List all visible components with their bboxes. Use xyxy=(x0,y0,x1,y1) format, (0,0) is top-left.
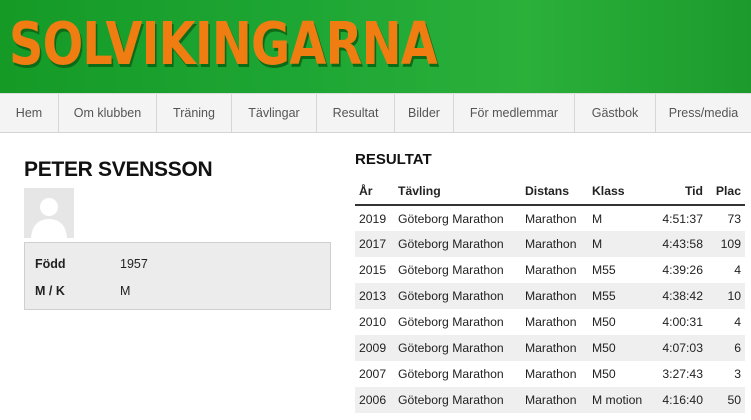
cell-competition[interactable]: Göteborg Marathon xyxy=(394,205,521,231)
cell-distance: Marathon xyxy=(521,283,588,309)
cell-competition[interactable]: Göteborg Marathon xyxy=(394,335,521,361)
cell-distance: Marathon xyxy=(521,335,588,361)
profile-name: PETER SVENSSON xyxy=(24,158,213,181)
cell-class: M55 xyxy=(588,283,651,309)
gender-value: M xyxy=(120,284,131,298)
col-header-place: Plac xyxy=(707,177,745,206)
cell-year: 2010 xyxy=(359,315,387,329)
cell-distance: Marathon xyxy=(521,231,588,257)
cell-competition[interactable]: Göteborg Marathon xyxy=(394,257,521,283)
col-header-distance: Distans xyxy=(521,177,588,206)
cell-place: 10 xyxy=(707,283,745,309)
cell-year: 2015 xyxy=(359,263,387,277)
nav-item-bilder[interactable]: Bilder xyxy=(395,94,454,132)
cell-distance: Marathon xyxy=(525,367,577,381)
cell-place: 3 xyxy=(734,367,741,381)
nav-item-resultat[interactable]: Resultat xyxy=(317,94,395,132)
cell-year: 2009 xyxy=(355,335,394,361)
main-nav: Hem Om klubben Träning Tävlingar Resulta… xyxy=(0,93,751,133)
table-row: 2006 Göteborg Marathon Marathon M motion… xyxy=(355,387,745,413)
cell-place: 4 xyxy=(734,315,741,329)
born-label: Född xyxy=(35,257,66,271)
cell-time: 4:00:31 xyxy=(662,315,703,329)
col-header-year: År xyxy=(355,177,394,206)
cell-year: 2007 xyxy=(359,367,387,381)
table-row: 2009 Göteborg Marathon Marathon M50 4:07… xyxy=(355,335,745,361)
cell-place: 109 xyxy=(707,231,745,257)
nav-item-press-media[interactable]: Press/media xyxy=(656,94,751,132)
cell-year: 2017 xyxy=(355,231,394,257)
cell-distance: Marathon xyxy=(521,387,588,413)
cell-class: M xyxy=(588,231,651,257)
col-header-time: Tid xyxy=(651,177,707,206)
born-value: 1957 xyxy=(120,257,148,271)
cell-class: M50 xyxy=(592,315,616,329)
cell-year: 2006 xyxy=(355,387,394,413)
table-row: 2019 Göteborg Marathon Marathon M 4:51:3… xyxy=(355,205,745,231)
cell-time: 4:39:26 xyxy=(662,263,703,277)
results-title: RESULTAT xyxy=(355,151,432,168)
results-header-row: År Tävling Distans Klass Tid Plac xyxy=(355,177,745,206)
nav-item-traning[interactable]: Träning xyxy=(157,94,232,132)
cell-place: 4 xyxy=(734,263,741,277)
gender-label: M / K xyxy=(35,284,65,298)
person-silhouette-icon xyxy=(24,188,74,238)
cell-distance: Marathon xyxy=(525,263,577,277)
site-logo-title[interactable]: SOLVIKINGARNA xyxy=(9,2,438,86)
nav-item-gastbok[interactable]: Gästbok xyxy=(575,94,656,132)
cell-time: 3:27:43 xyxy=(662,367,703,381)
table-row: 2007 Göteborg Marathon Marathon M50 3:27… xyxy=(355,361,745,387)
avatar xyxy=(24,188,74,238)
cell-time: 4:43:58 xyxy=(651,231,707,257)
cell-competition[interactable]: Göteborg Marathon xyxy=(394,231,521,257)
cell-distance: Marathon xyxy=(525,315,577,329)
col-header-competition: Tävling xyxy=(394,177,521,206)
cell-competition[interactable]: Göteborg Marathon xyxy=(394,387,521,413)
cell-class: M xyxy=(592,211,603,226)
cell-year: 2013 xyxy=(355,283,394,309)
results-table: År Tävling Distans Klass Tid Plac 2019 G… xyxy=(355,177,745,413)
nav-item-for-medlemmar[interactable]: För medlemmar xyxy=(454,94,575,132)
cell-competition[interactable]: Göteborg Marathon xyxy=(394,361,521,387)
nav-item-om-klubben[interactable]: Om klubben xyxy=(59,94,157,132)
table-row: 2017 Göteborg Marathon Marathon M 4:43:5… xyxy=(355,231,745,257)
cell-time: 4:16:40 xyxy=(651,387,707,413)
cell-competition[interactable]: Göteborg Marathon xyxy=(394,283,521,309)
cell-class: M50 xyxy=(592,367,616,381)
nav-item-tavlingar[interactable]: Tävlingar xyxy=(232,94,317,132)
cell-year: 2019 xyxy=(359,211,387,226)
cell-place: 6 xyxy=(707,335,745,361)
profile-info-box: Född 1957 M / K M xyxy=(24,242,331,310)
site-header-banner: SOLVIKINGARNA xyxy=(0,0,751,93)
cell-time: 4:51:37 xyxy=(662,211,703,226)
cell-time: 4:07:03 xyxy=(651,335,707,361)
cell-place: 50 xyxy=(707,387,745,413)
cell-class: M55 xyxy=(592,263,616,277)
cell-place: 73 xyxy=(727,211,741,226)
nav-item-hem[interactable]: Hem xyxy=(0,94,59,132)
table-row: 2013 Göteborg Marathon Marathon M55 4:38… xyxy=(355,283,745,309)
table-row: 2010 Göteborg Marathon Marathon M50 4:00… xyxy=(355,309,745,335)
cell-class: M motion xyxy=(588,387,651,413)
col-header-class: Klass xyxy=(588,177,651,206)
cell-time: 4:38:42 xyxy=(651,283,707,309)
cell-competition[interactable]: Göteborg Marathon xyxy=(394,309,521,335)
table-row: 2015 Göteborg Marathon Marathon M55 4:39… xyxy=(355,257,745,283)
cell-distance: Marathon xyxy=(525,211,577,226)
cell-class: M50 xyxy=(588,335,651,361)
